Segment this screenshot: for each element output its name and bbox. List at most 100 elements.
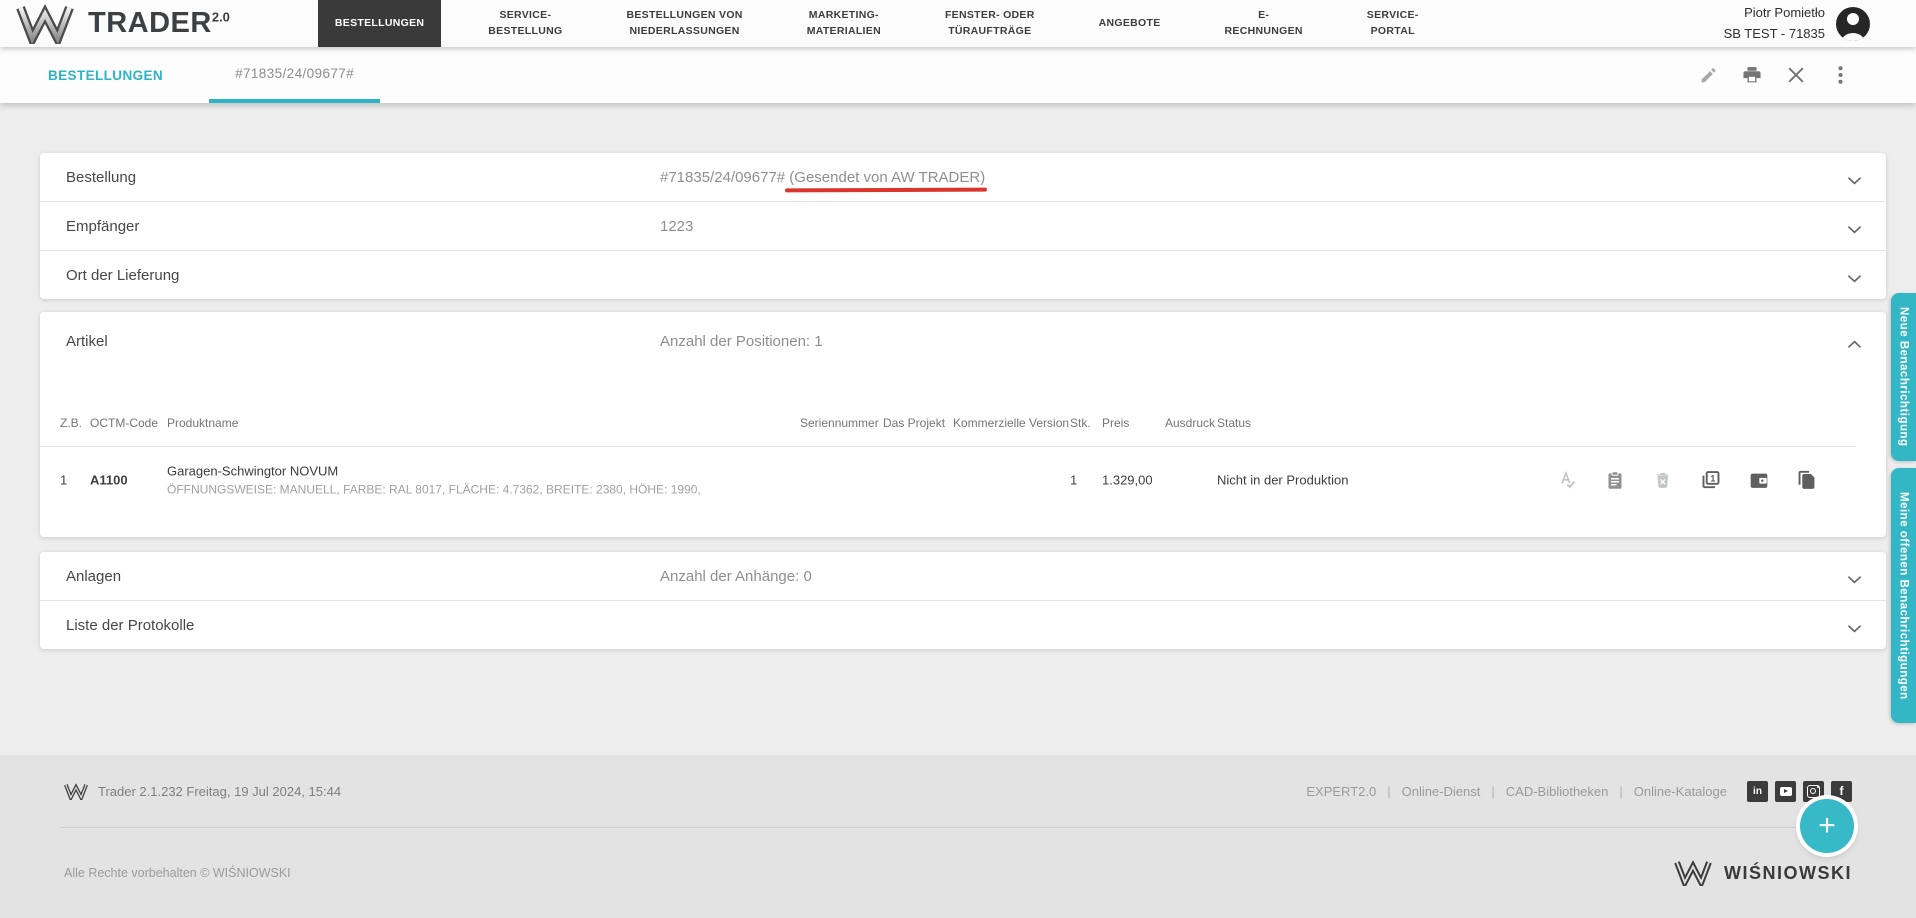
side-tab-meine-offenen-benachrichtigungen[interactable]: Meine offenen Benachrichtigungen xyxy=(1891,468,1916,723)
more-menu-button[interactable] xyxy=(1826,61,1854,89)
nav-item-bestellungen[interactable]: BESTELLUNGEN xyxy=(317,0,442,47)
nav-item-e-rechnungen[interactable]: E- RECHNUNGEN xyxy=(1208,0,1320,47)
sent-by-note-annotated: (Gesendet von AW TRADER) xyxy=(789,168,986,186)
wisniowski-w-icon xyxy=(64,782,88,800)
accordion-artikel[interactable]: Artikel Anzahl der Positionen: 1 xyxy=(40,312,1886,370)
app-version-sup: 2.0 xyxy=(211,9,230,25)
cell-price: 1.329,00 xyxy=(1102,472,1153,488)
accordion-bestellung[interactable]: Bestellung #71835/24/09677# (Gesendet vo… xyxy=(40,153,1886,201)
footer-links-area: EXPERT2.0 Online-Dienst CAD-Bibliotheken… xyxy=(1306,780,1852,802)
close-icon xyxy=(1788,67,1804,83)
nav-item-fenster-tuerauftraege[interactable]: FENSTER- ODER TÜRAUFTRÄGE xyxy=(928,0,1052,47)
brand-wordmark: WIŚNIOWSKI xyxy=(1724,862,1852,883)
accordion-bestellung-label: Bestellung xyxy=(66,168,137,186)
footer-bottom-row: Alle Rechte vorbehalten © WIŚNIOWSKI WIŚ… xyxy=(0,828,1916,918)
chevron-down-icon[interactable] xyxy=(1847,620,1862,638)
footer: Trader 2.1.232 Freitag, 19 Jul 2024, 15:… xyxy=(0,755,1916,918)
col-stk: Stk. xyxy=(1070,416,1091,430)
accordion-ort-label: Ort der Lieferung xyxy=(66,266,180,284)
nav-item-service-bestellung[interactable]: SERVICE- BESTELLUNG xyxy=(471,0,579,47)
instagram-icon[interactable] xyxy=(1803,780,1824,802)
link-cad-bibliotheken[interactable]: CAD-Bibliotheken xyxy=(1480,784,1609,799)
print-icon xyxy=(1743,67,1761,83)
accordion-protokolle[interactable]: Liste der Protokolle xyxy=(40,600,1886,649)
svg-text:1: 1 xyxy=(1710,473,1715,483)
cell-qty: 1 xyxy=(1070,472,1078,488)
link-expert20[interactable]: EXPERT2.0 xyxy=(1306,784,1376,799)
attachments-card: Anlagen Anzahl der Anhänge: 0 Liste der … xyxy=(40,552,1886,649)
clipboard-button[interactable] xyxy=(1600,466,1629,495)
wallet-icon xyxy=(1750,473,1767,488)
add-fab-button[interactable]: + xyxy=(1800,799,1854,853)
user-info: Piotr Pomietło SB TEST - 71835 xyxy=(1724,3,1825,45)
nav-item-marketing-materialien[interactable]: MARKETING- MATERIALIEN xyxy=(790,0,898,47)
accordion-anlagen-value: Anzahl der Anhänge: 0 xyxy=(660,567,812,585)
spellcheck-button[interactable] xyxy=(1552,466,1581,495)
accordion-ort-der-lieferung[interactable]: Ort der Lieferung xyxy=(40,250,1886,299)
wallet-button[interactable] xyxy=(1744,466,1773,495)
user-menu[interactable]: Piotr Pomietło SB TEST - 71835 xyxy=(1724,0,1916,47)
wisniowski-w-icon xyxy=(1674,860,1712,886)
accordion-empfaenger[interactable]: Empfänger 1223 xyxy=(40,201,1886,250)
linkedin-icon[interactable]: in xyxy=(1747,780,1768,802)
col-zb: Z.B. xyxy=(60,416,83,430)
cell-status: Nicht in der Produktion xyxy=(1217,472,1349,488)
link-online-kataloge[interactable]: Online-Kataloge xyxy=(1608,784,1727,799)
nav-item-service-portal[interactable]: SERVICE- PORTAL xyxy=(1350,0,1436,47)
user-account: SB TEST - 71835 xyxy=(1723,25,1825,41)
cell-product: Garagen-Schwingtor NOVUM ÖFFNUNGSWEISE: … xyxy=(167,464,807,497)
brand-logo: WIŚNIOWSKI xyxy=(1674,860,1852,886)
artikel-card: Artikel Anzahl der Positionen: 1 Z.B. OC… xyxy=(40,312,1886,537)
side-tab-neue-benachrichtigung[interactable]: Neue Benachrichtigung xyxy=(1891,293,1916,461)
accordion-artikel-label: Artikel xyxy=(66,332,108,350)
file-copy-icon xyxy=(1798,470,1815,489)
chevron-down-icon[interactable] xyxy=(1847,221,1862,239)
chevron-down-icon[interactable] xyxy=(1847,172,1862,190)
version-text: Trader 2.1.232 Freitag, 19 Jul 2024, 15:… xyxy=(98,783,342,799)
cell-zb: 1 xyxy=(60,472,68,488)
link-online-dienst[interactable]: Online-Dienst xyxy=(1376,784,1481,799)
nav-item-bestellungen-niederlassungen[interactable]: BESTELLUNGEN VON NIEDERLASSUNGEN xyxy=(609,0,759,47)
delete-button[interactable] xyxy=(1648,466,1677,495)
col-produktname: Produktname xyxy=(167,416,239,430)
footer-links: EXPERT2.0 Online-Dienst CAD-Bibliotheken… xyxy=(1306,784,1727,799)
nav-item-angebote[interactable]: ANGEBOTE xyxy=(1082,0,1178,47)
edit-icon xyxy=(1701,67,1716,82)
more-vert-icon xyxy=(1837,66,1843,84)
file-copy-button[interactable] xyxy=(1792,466,1821,495)
app-title: TRADER2.0 xyxy=(88,7,230,39)
app-logo[interactable]: TRADER2.0 xyxy=(0,0,230,47)
chevron-down-icon[interactable] xyxy=(1847,571,1862,589)
edit-button[interactable] xyxy=(1694,61,1722,89)
col-das-projekt: Das Projekt xyxy=(883,416,946,430)
facebook-icon[interactable]: f xyxy=(1831,780,1852,802)
chevron-up-icon[interactable] xyxy=(1847,336,1862,354)
copyright-text: Alle Rechte vorbehalten © WIŚNIOWSKI xyxy=(64,866,291,880)
wisniowski-w-icon xyxy=(16,3,74,44)
close-button[interactable] xyxy=(1782,61,1810,89)
accordion-bestellung-value: #71835/24/09677# (Gesendet von AW TRADER… xyxy=(660,169,985,186)
tab-order-71835-24-09677[interactable]: #71835/24/09677# xyxy=(209,47,381,103)
delete-icon xyxy=(1657,473,1669,488)
content-area: Bestellung #71835/24/09677# (Gesendet vo… xyxy=(0,103,1916,755)
print-button[interactable] xyxy=(1738,61,1766,89)
order-summary-card: Bestellung #71835/24/09677# (Gesendet vo… xyxy=(40,153,1886,299)
version-info: Trader 2.1.232 Freitag, 19 Jul 2024, 15:… xyxy=(64,782,342,800)
page: TRADER2.0 BESTELLUNGEN SERVICE- BESTELLU… xyxy=(0,0,1916,918)
col-preis: Preis xyxy=(1102,416,1130,430)
row-actions: 1 xyxy=(1552,466,1821,495)
chevron-down-icon[interactable] xyxy=(1847,270,1862,288)
avatar-icon[interactable] xyxy=(1836,6,1870,41)
order-number-text: #71835/24/09677# xyxy=(660,168,790,186)
tab-bestellungen[interactable]: BESTELLUNGEN xyxy=(22,47,189,103)
social-icons: in f xyxy=(1747,780,1852,802)
accordion-empfaenger-value: 1223 xyxy=(660,217,694,235)
accordion-anlagen[interactable]: Anlagen Anzahl der Anhänge: 0 xyxy=(40,552,1886,600)
accordion-protokolle-label: Liste der Protokolle xyxy=(66,616,195,634)
article-table-header: Z.B. OCTM-Code Produktname Seriennummer … xyxy=(40,400,1856,447)
tab-actions xyxy=(1694,47,1916,103)
filter-1-button[interactable]: 1 xyxy=(1696,466,1725,495)
youtube-icon[interactable] xyxy=(1775,780,1796,802)
col-status: Status xyxy=(1217,416,1252,430)
col-octm-code: OCTM-Code xyxy=(90,416,159,430)
